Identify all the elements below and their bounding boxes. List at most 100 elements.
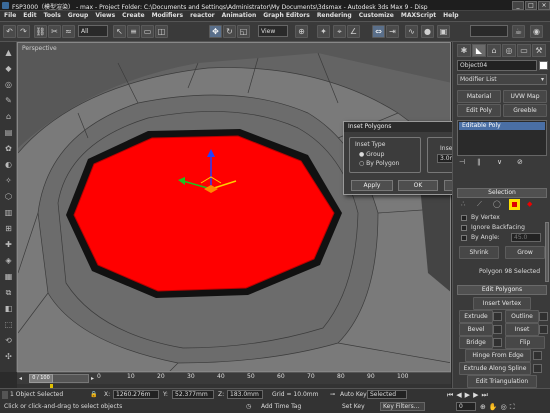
extrude-settings-button[interactable] xyxy=(493,312,502,321)
tool-icon-11[interactable]: ▥ xyxy=(2,206,15,219)
tool-icon-6[interactable]: ▤ xyxy=(2,126,15,139)
show-end-result-icon[interactable]: ∥ xyxy=(477,158,481,166)
tool-icon-15[interactable]: ▦ xyxy=(2,270,15,283)
pivot-center-icon[interactable]: ⊕ xyxy=(295,25,308,38)
material-button[interactable]: Material xyxy=(457,90,501,103)
window-crossing-icon[interactable]: ◫ xyxy=(155,25,168,38)
tool-icon-10[interactable]: ⬡ xyxy=(2,190,15,203)
stack-item-editable-poly[interactable]: Editable Poly xyxy=(459,122,545,130)
unlink-icon[interactable]: ✂ xyxy=(48,25,61,38)
edit-poly-button[interactable]: Edit Poly xyxy=(457,104,501,117)
curve-editor-icon[interactable]: ∿ xyxy=(405,25,418,38)
extrude-along-spline-settings-button[interactable] xyxy=(533,364,542,373)
apply-button[interactable]: Apply xyxy=(351,180,393,191)
render-type-dropdown[interactable] xyxy=(470,25,508,37)
panel-scrollbar[interactable] xyxy=(545,222,549,282)
create-tab-icon[interactable]: ✱ xyxy=(457,44,471,57)
add-time-tag-button[interactable]: Add Time Tag xyxy=(261,403,301,410)
tool-icon-1[interactable]: ▲ xyxy=(2,46,15,59)
viewport-label[interactable]: Perspective xyxy=(22,45,57,52)
y-coordinate-field[interactable]: 52.377mm xyxy=(172,390,214,399)
undo-icon[interactable]: ↶ xyxy=(3,25,16,38)
snaps-toggle-icon[interactable]: ⌖ xyxy=(333,25,346,38)
select-and-rotate-icon[interactable]: ↻ xyxy=(223,25,236,38)
menu-reactor[interactable]: reactor xyxy=(186,11,218,19)
outline-settings-button[interactable] xyxy=(539,312,548,321)
tool-icon-4[interactable]: ✎ xyxy=(2,94,15,107)
ignore-backfacing-checkbox[interactable] xyxy=(461,225,467,231)
menu-create[interactable]: Create xyxy=(118,11,147,19)
view-navigation-icons[interactable]: ⊕✋◎⛶ xyxy=(480,403,518,412)
selection-filter-dropdown[interactable]: All xyxy=(78,25,108,37)
menu-group[interactable]: Group xyxy=(64,11,92,19)
selection-rollout-header[interactable]: Selection xyxy=(457,188,547,198)
x-coordinate-field[interactable]: 1260.276m xyxy=(113,390,159,399)
hierarchy-tab-icon[interactable]: ⌂ xyxy=(487,44,501,57)
tool-icon-12[interactable]: ⊞ xyxy=(2,222,15,235)
menu-customize[interactable]: Customize xyxy=(355,11,397,19)
utilities-tab-icon[interactable]: ⚒ xyxy=(532,44,546,57)
z-coordinate-field[interactable]: 183.0mm xyxy=(227,390,263,399)
quick-render-icon[interactable]: ☕ xyxy=(512,25,525,38)
vertex-mode-icon[interactable]: ∴ xyxy=(461,200,465,208)
select-link-icon[interactable]: ⛓ xyxy=(34,25,47,38)
inset-settings-button[interactable] xyxy=(539,325,548,334)
material-editor-icon[interactable]: ● xyxy=(421,25,434,38)
bevel-settings-button[interactable] xyxy=(493,325,502,334)
tool-icon-8[interactable]: ◐ xyxy=(2,158,15,171)
set-key-button[interactable]: Set Key xyxy=(342,403,365,410)
menu-help[interactable]: Help xyxy=(439,11,461,19)
object-name-field[interactable]: Object04 xyxy=(457,60,537,71)
maximize-button[interactable]: □ xyxy=(525,1,537,10)
pin-stack-icon[interactable]: ⊣ xyxy=(459,158,465,166)
polygon-mode-icon[interactable] xyxy=(509,199,520,210)
redo-icon[interactable]: ↷ xyxy=(17,25,30,38)
border-mode-icon[interactable]: ◯ xyxy=(493,200,501,208)
tool-icon-20[interactable]: ✣ xyxy=(2,350,15,363)
lock-selection-icon[interactable]: 🔒 xyxy=(90,391,97,398)
time-tag-icon[interactable]: ◷ xyxy=(246,403,251,410)
radio-by-polygon-option[interactable]: ○ By Polygon xyxy=(359,160,399,167)
menu-modifiers[interactable]: Modifiers xyxy=(148,11,187,19)
modifier-list-dropdown[interactable]: Modifier List ▾ xyxy=(457,74,547,85)
tool-icon-18[interactable]: ⬚ xyxy=(2,318,15,331)
angle-snap-icon[interactable]: ∠ xyxy=(347,25,360,38)
hinge-from-edge-button[interactable]: Hinge From Edge xyxy=(465,349,531,362)
menu-edit[interactable]: Edit xyxy=(19,11,39,19)
select-by-name-icon[interactable]: ≡ xyxy=(127,25,140,38)
radio-group-option[interactable]: ● Group xyxy=(359,151,384,158)
by-vertex-checkbox[interactable] xyxy=(461,215,467,221)
menu-tools[interactable]: Tools xyxy=(40,11,64,19)
display-tab-icon[interactable]: ▭ xyxy=(517,44,531,57)
tool-icon-14[interactable]: ◈ xyxy=(2,254,15,267)
menu-file[interactable]: File xyxy=(0,11,19,19)
tool-icon-7[interactable]: ✿ xyxy=(2,142,15,155)
mirror-icon[interactable]: ⇔ xyxy=(372,25,385,38)
tool-icon-2[interactable]: ◆ xyxy=(2,62,15,75)
edit-polygons-rollout-header[interactable]: Edit Polygons xyxy=(457,285,547,295)
select-manipulate-icon[interactable]: ✦ xyxy=(317,25,330,38)
inset-button[interactable]: Inset xyxy=(505,323,539,336)
tool-icon-19[interactable]: ⟲ xyxy=(2,334,15,347)
set-key-icon[interactable]: ⊸ xyxy=(330,391,335,398)
tool-icon-16[interactable]: ⧉ xyxy=(2,286,15,299)
hinge-settings-button[interactable] xyxy=(533,351,542,360)
current-frame-field[interactable]: 0 xyxy=(456,402,476,411)
render-last-icon[interactable]: ◉ xyxy=(530,25,543,38)
element-mode-icon[interactable]: ◆ xyxy=(527,200,532,208)
shrink-button[interactable]: Shrink xyxy=(459,246,499,259)
time-slider-thumb[interactable]: 0 / 100 xyxy=(29,374,53,383)
prev-frame-icon[interactable]: ◂ xyxy=(19,374,27,383)
key-filters-button[interactable]: Key Filters... xyxy=(380,402,425,411)
bevel-button[interactable]: Bevel xyxy=(459,323,493,336)
minimize-button[interactable]: _ xyxy=(512,1,524,10)
outline-button[interactable]: Outline xyxy=(505,310,539,323)
grow-button[interactable]: Grow xyxy=(505,246,545,259)
menu-maxscript[interactable]: MAXScript xyxy=(397,11,439,19)
rectangular-selection-icon[interactable]: ▭ xyxy=(141,25,154,38)
ok-button[interactable]: OK xyxy=(398,180,438,191)
tool-icon-5[interactable]: ⌂ xyxy=(2,110,15,123)
menu-animation[interactable]: Animation xyxy=(218,11,260,19)
extrude-button[interactable]: Extrude xyxy=(459,310,493,323)
uvw-map-button[interactable]: UVW Map xyxy=(503,90,547,103)
